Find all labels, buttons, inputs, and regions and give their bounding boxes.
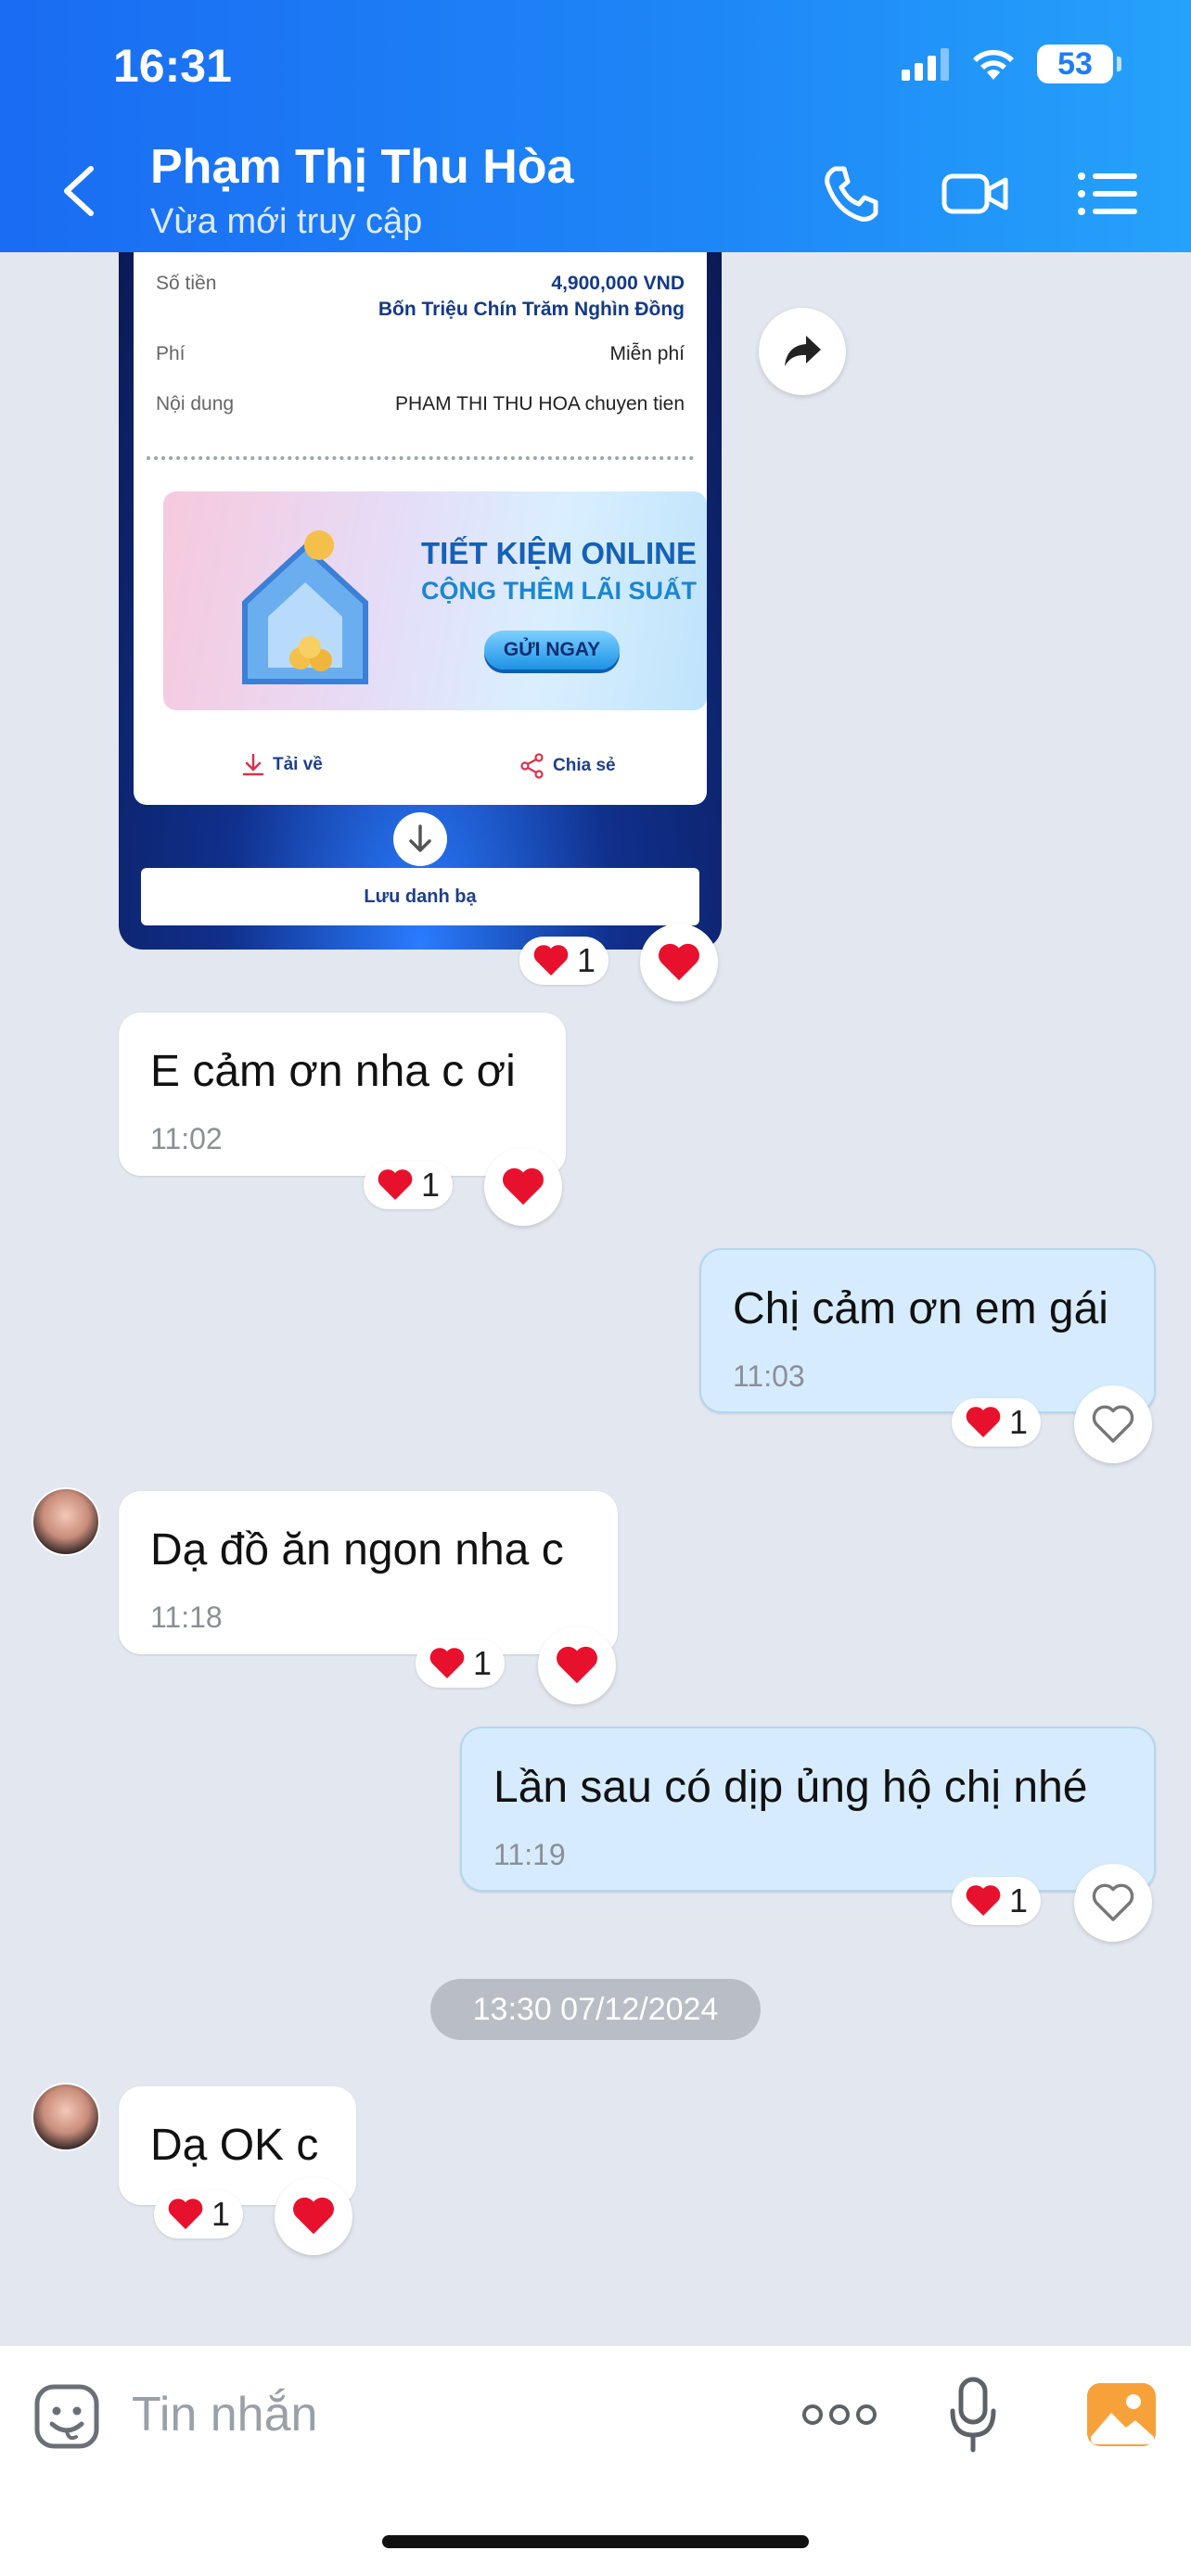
- signal-icon: [902, 48, 949, 81]
- share-label: Chia sẻ: [553, 756, 616, 775]
- sticker-emoji-icon[interactable]: [32, 2381, 102, 2452]
- reaction-count: 1: [1009, 1403, 1029, 1441]
- video-call-icon[interactable]: [941, 159, 1009, 228]
- message-input[interactable]: Tin nhắn: [132, 2387, 317, 2442]
- react-heart-button[interactable]: [538, 1626, 616, 1704]
- avatar[interactable]: [32, 1487, 100, 1556]
- promo-send-button[interactable]: GỬI NGAY: [484, 631, 620, 670]
- reaction-count: 1: [577, 941, 596, 979]
- reaction-summary[interactable]: 1: [364, 1161, 454, 1209]
- promo-title: TIẾT KIỆM ONLINE: [421, 536, 697, 570]
- reaction-count: 1: [1009, 1881, 1029, 1919]
- share-receipt-button[interactable]: Chia sẻ: [519, 753, 616, 779]
- reaction-summary[interactable]: 1: [952, 1398, 1042, 1447]
- react-heart-button[interactable]: [275, 2177, 352, 2255]
- amount-label: Số tiền: [156, 273, 217, 294]
- date-separator: 13:30 07/12/2024: [430, 1979, 761, 2040]
- save-contact-button[interactable]: Lưu danh bạ: [141, 868, 699, 925]
- receipt-body: Số tiền 4,900,000 VND Bốn Triệu Chín Tră…: [134, 252, 707, 805]
- message-text: Dạ đồ ăn ngon nha c: [150, 1525, 564, 1575]
- reaction-summary[interactable]: 1: [952, 1877, 1042, 1925]
- fee-value: Miễn phí: [609, 343, 685, 364]
- reaction-summary[interactable]: 1: [519, 937, 609, 985]
- heart-icon: [533, 945, 569, 976]
- more-options-icon[interactable]: [801, 2400, 877, 2429]
- phone-call-icon[interactable]: [816, 159, 885, 228]
- react-heart-button[interactable]: [640, 924, 718, 1001]
- back-arrow-icon[interactable]: [58, 163, 104, 219]
- menu-list-icon[interactable]: [1074, 159, 1143, 228]
- home-indicator: [382, 2535, 809, 2548]
- heart-icon: [378, 1169, 413, 1200]
- message-text: Lần sau có dịp ủng hộ chị nhé: [493, 1763, 1088, 1812]
- image-gallery-icon[interactable]: [1085, 2381, 1158, 2448]
- heart-outline-icon: [1092, 1883, 1134, 1921]
- heart-icon: [659, 943, 699, 981]
- heart-outline-icon: [1092, 1405, 1134, 1443]
- reaction-count: 1: [211, 2195, 231, 2233]
- message-bubble-incoming[interactable]: Dạ đồ ăn ngon nha c 11:18: [119, 1491, 618, 1654]
- download-label: Tải về: [273, 755, 323, 774]
- message-time: 11:18: [150, 1600, 223, 1634]
- react-heart-button[interactable]: [1074, 1385, 1152, 1463]
- forward-message-button[interactable]: [759, 308, 846, 395]
- amount-value: 4,900,000 VND: [551, 273, 685, 294]
- microphone-icon[interactable]: [948, 2376, 998, 2455]
- chat-header: 16:31 53 Phạm Thị Thu Hòa Vừa mới truy c…: [0, 0, 1191, 252]
- download-button[interactable]: Tải về: [241, 753, 323, 777]
- heart-icon: [557, 1646, 597, 1684]
- react-heart-button[interactable]: [1074, 1864, 1152, 1942]
- reaction-count: 1: [473, 1644, 493, 1682]
- download-icon: [242, 753, 264, 776]
- message-time: 11:02: [150, 1122, 223, 1155]
- savings-house-icon: [242, 530, 368, 684]
- react-heart-button[interactable]: [484, 1148, 562, 1226]
- arrow-down-icon: [409, 824, 431, 852]
- amount-words: Bốn Triệu Chín Trăm Nghìn Đồng: [378, 299, 685, 320]
- message-bubble-outgoing[interactable]: Lần sau có dịp ủng hộ chị nhé 11:19: [460, 1727, 1156, 1892]
- message-text: E cảm ơn nha c ơi: [150, 1047, 516, 1096]
- heart-icon: [503, 1167, 544, 1205]
- contact-name[interactable]: Phạm Thị Thu Hòa: [150, 139, 573, 195]
- heart-icon: [168, 2199, 203, 2229]
- scroll-down-button[interactable]: [393, 812, 447, 866]
- dotted-divider: [147, 456, 694, 460]
- reaction-count: 1: [421, 1166, 441, 1204]
- avatar[interactable]: [32, 2083, 100, 2151]
- heart-icon: [966, 1885, 1001, 1916]
- heart-icon: [429, 1648, 465, 1678]
- message-text: Dạ OK c: [150, 2121, 319, 2170]
- battery-indicator: 53: [1037, 45, 1121, 83]
- status-time: 16:31: [113, 40, 232, 92]
- promo-subtitle: CỘNG THÊM LÃI SUẤT: [421, 577, 697, 605]
- contact-status: Vừa mới truy cập: [150, 202, 423, 241]
- fee-label: Phí: [156, 343, 186, 364]
- forward-arrow-icon: [785, 336, 821, 366]
- content-value: PHAM THI THU HOA chuyen tien: [395, 393, 685, 414]
- fee-row: Phí Miễn phí: [156, 343, 685, 371]
- message-time: 11:03: [733, 1359, 805, 1393]
- content-row: Nội dung PHAM THI THU HOA chuyen tien: [156, 393, 685, 421]
- reaction-summary[interactable]: 1: [416, 1639, 506, 1688]
- transfer-receipt-card[interactable]: Số tiền 4,900,000 VND Bốn Triệu Chín Tră…: [119, 252, 722, 950]
- share-nodes-icon: [520, 753, 544, 779]
- heart-icon: [293, 2197, 334, 2235]
- message-time: 11:19: [493, 1838, 566, 1871]
- amount-row: Số tiền 4,900,000 VND Bốn Triệu Chín Tră…: [156, 273, 685, 328]
- reaction-summary[interactable]: 1: [154, 2190, 244, 2238]
- wifi-icon: [973, 49, 1014, 80]
- status-icons: 53: [902, 45, 1121, 83]
- message-text: Chị cảm ơn em gái: [733, 1284, 1108, 1333]
- promo-banner[interactable]: TIẾT KIỆM ONLINE CỘNG THÊM LÃI SUẤT GỬI …: [163, 491, 707, 710]
- heart-icon: [966, 1407, 1001, 1437]
- content-label: Nội dung: [156, 393, 235, 414]
- message-bubble-outgoing[interactable]: Chị cảm ơn em gái 11:03: [699, 1248, 1156, 1413]
- message-bubble-incoming[interactable]: E cảm ơn nha c ơi 11:02: [119, 1013, 566, 1176]
